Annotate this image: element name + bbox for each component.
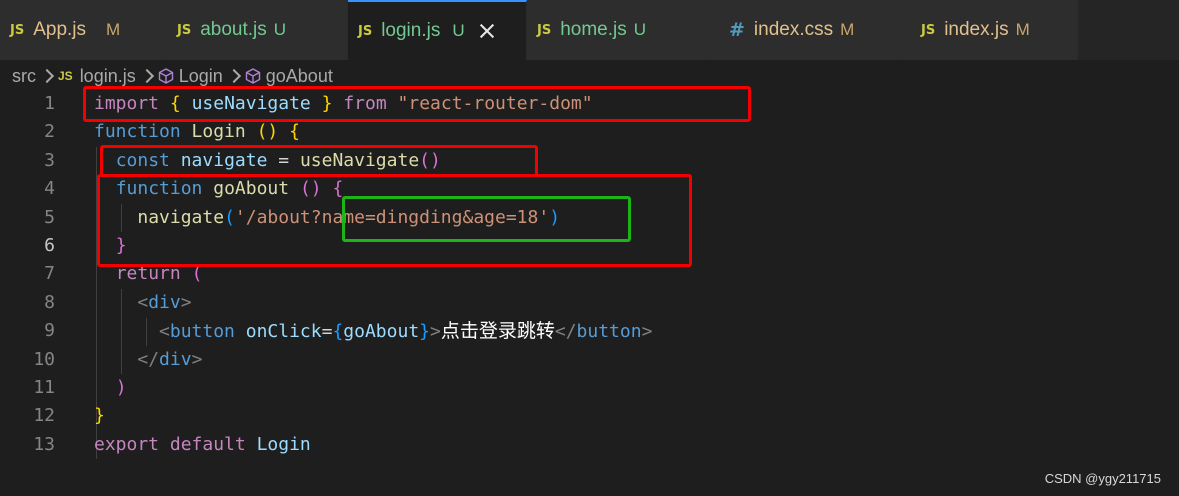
chevron-right-icon (226, 68, 241, 84)
code-token: div (159, 348, 192, 370)
code-token: goAbout (343, 321, 420, 343)
code-token: > (180, 291, 192, 313)
code-token: </ (137, 348, 160, 370)
line-number: 12 (33, 405, 55, 427)
git-status-badge: M (106, 20, 121, 39)
highlight-box-query-string (342, 196, 631, 242)
line-number: 11 (33, 377, 55, 398)
symbol-method-icon (158, 68, 173, 84)
code-line: 2 function Login () { (0, 118, 1179, 146)
code-token: 点击登录跳转 (440, 320, 555, 343)
code-token: Login (256, 433, 311, 455)
javascript-file-icon: JS (10, 22, 25, 38)
code-token: } (419, 321, 430, 343)
tab-index-css[interactable]: # index.css M (707, 0, 899, 60)
code-line: 8 <div> (0, 289, 1179, 317)
code-line: 12 } (0, 402, 1179, 430)
code-token: Login (191, 121, 246, 143)
code-editor[interactable]: 1 import { useNavigate } from "react-rou… (0, 86, 1179, 496)
tab-index-js[interactable]: JS index.js M (899, 0, 1078, 60)
code-token: onClick (245, 321, 322, 343)
close-icon[interactable] (478, 22, 496, 40)
line-number: 13 (33, 433, 55, 455)
breadcrumb-file[interactable]: login.js (80, 66, 136, 87)
line-number: 8 (44, 291, 55, 313)
line-number: 1 (44, 93, 55, 114)
code-token: = (321, 321, 333, 343)
tab-home-js[interactable]: JS home.js U (527, 0, 707, 60)
code-token: div (148, 291, 181, 313)
line-number: 4 (44, 178, 55, 200)
git-status-badge: U (273, 20, 287, 39)
watermark: CSDN @ygy211715 (1044, 471, 1161, 486)
code-text: } (94, 402, 105, 430)
breadcrumb: src JS login.js Login goAbout (12, 64, 333, 88)
code-text: ) (94, 374, 127, 402)
git-status-badge: M (1015, 20, 1030, 39)
git-status-badge: M (840, 20, 855, 39)
line-number: 7 (44, 263, 55, 285)
git-status-badge: U (633, 20, 647, 39)
code-token: default (169, 433, 246, 455)
code-token: ) (115, 377, 127, 398)
line-number: 3 (44, 149, 55, 171)
code-text: <button onClick={goAbout}>点击登录跳转</button… (94, 317, 652, 346)
code-token: export (94, 433, 160, 455)
javascript-file-icon: JS (177, 22, 192, 38)
line-number: 6 (44, 235, 55, 256)
tab-login-js[interactable]: JS login.js U (348, 0, 527, 60)
code-text: <div> (94, 289, 192, 317)
code-token: </ (554, 321, 577, 343)
chevron-right-icon (39, 68, 55, 84)
code-token: < (137, 291, 149, 313)
code-token: button (576, 321, 642, 343)
tab-label: index.js (944, 19, 1009, 40)
highlight-box-import (83, 86, 751, 122)
tab-app-js[interactable]: JS App.js M (0, 0, 167, 60)
symbol-method-icon (245, 68, 260, 84)
code-token: button (169, 321, 235, 343)
breadcrumb-symbol-goabout[interactable]: goAbout (266, 66, 333, 87)
code-token: { (289, 121, 300, 143)
tab-label: about.js (200, 19, 267, 40)
code-token: () (256, 121, 279, 143)
javascript-file-icon: JS (58, 69, 73, 83)
code-token: > (641, 321, 653, 343)
line-number: 5 (44, 206, 55, 228)
code-line: 13 export default Login (0, 431, 1179, 459)
code-token: < (159, 321, 170, 343)
code-token: } (94, 405, 105, 427)
tab-label: login.js (381, 20, 441, 41)
code-token: > (430, 321, 441, 343)
javascript-file-icon: JS (358, 23, 373, 39)
highlight-box-const-navigate (100, 145, 538, 177)
tab-label: App.js (33, 19, 87, 40)
code-token: > (191, 348, 203, 370)
line-number: 10 (33, 348, 55, 370)
code-text: export default Login (94, 431, 311, 459)
code-line: 9 <button onClick={goAbout}>点击登录跳转</butt… (0, 317, 1179, 345)
git-status-badge: U (452, 21, 465, 40)
breadcrumb-folder[interactable]: src (12, 66, 36, 87)
tab-label: home.js (560, 19, 627, 40)
javascript-file-icon: JS (537, 22, 552, 38)
line-number: 2 (44, 121, 55, 143)
chevron-right-icon (139, 68, 154, 84)
code-line: 11 ) (0, 374, 1179, 402)
code-token: { (332, 321, 344, 343)
code-line: 10 </div> (0, 346, 1179, 374)
code-text: function Login () { (94, 118, 300, 146)
code-token: function (94, 121, 181, 143)
line-number: 9 (44, 320, 55, 342)
breadcrumb-symbol-login[interactable]: Login (179, 66, 223, 87)
tab-label: index.css (753, 19, 834, 40)
tab-about-js[interactable]: JS about.js U (167, 0, 348, 60)
code-text: </div> (94, 346, 202, 374)
editor-tab-bar: JS App.js M JS about.js U JS login.js U … (0, 0, 1179, 60)
javascript-file-icon: JS (921, 22, 936, 38)
css-file-icon: # (729, 19, 745, 41)
